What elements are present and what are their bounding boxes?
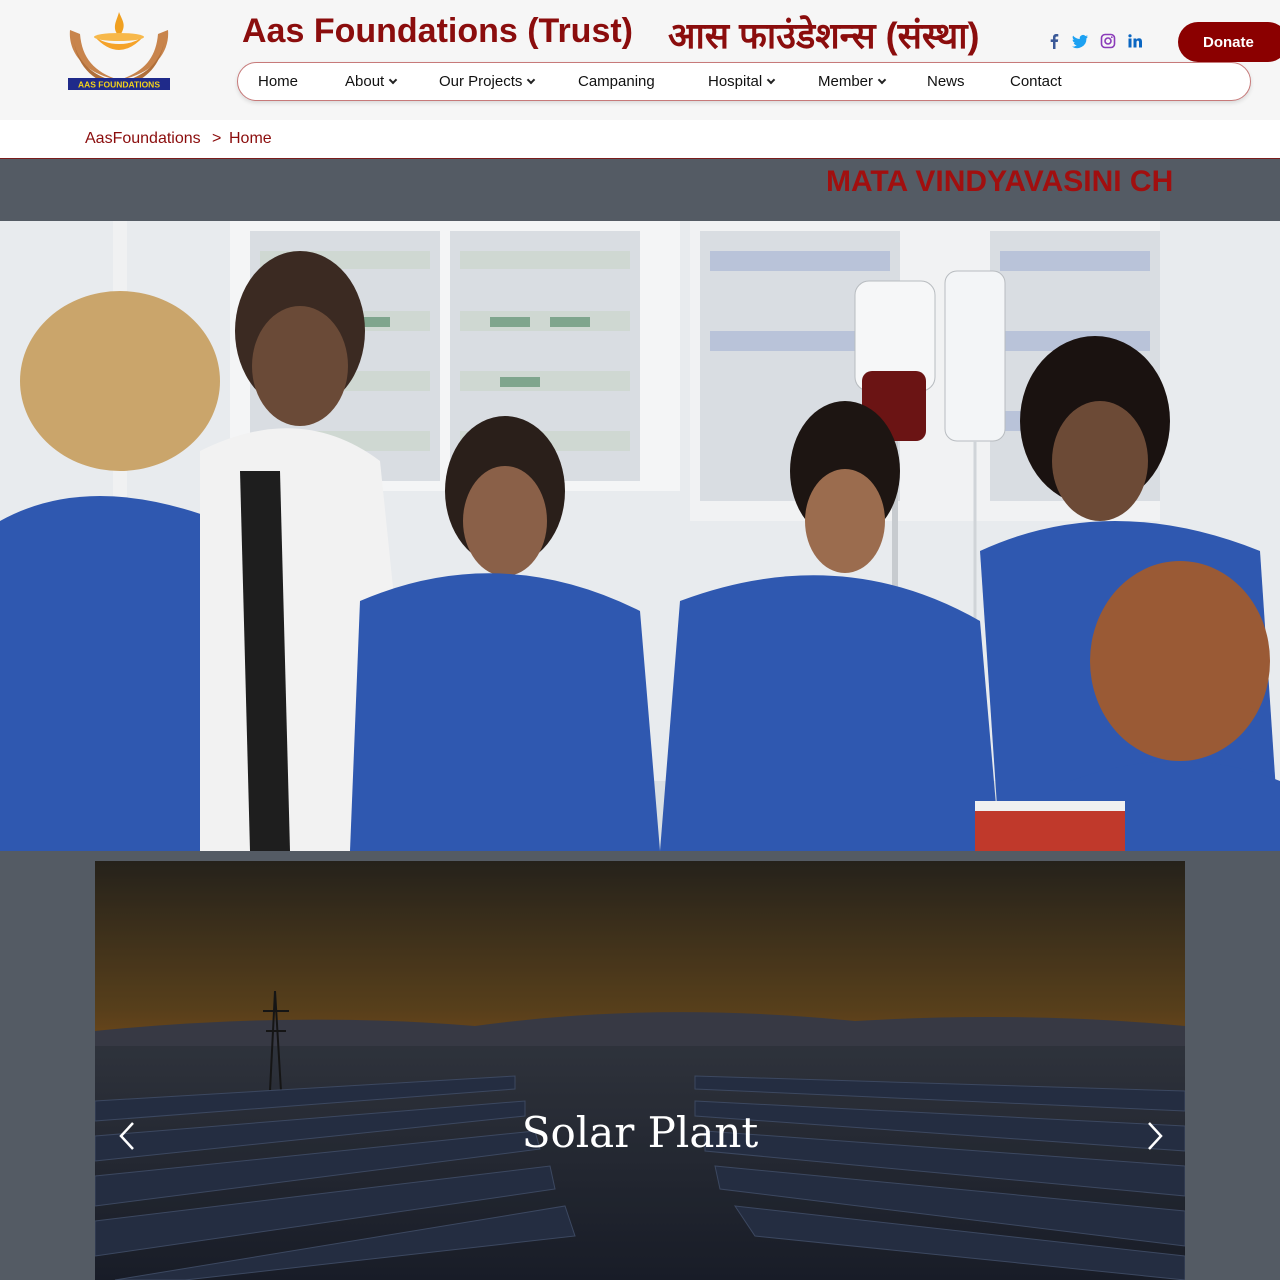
nav-label: Home [258,73,299,90]
nav-item-member[interactable]: Member [818,63,887,100]
nav-label: Campaning [578,73,655,90]
donate-button[interactable]: Donate [1178,22,1280,62]
instagram-icon[interactable] [1098,31,1118,51]
chevron-down-icon [766,75,776,85]
chevron-down-icon [527,75,536,85]
nav-item-our-projects[interactable]: Our Projects [439,63,536,100]
nav-item-news[interactable]: News [927,63,965,100]
main-nav: Home About Our Projects Campaning Hospit… [237,62,1251,101]
site-header: AAS FOUNDATIONS Aas Foundations (Trust) … [0,0,1280,120]
slider-next-arrow-icon[interactable] [1139,1119,1169,1153]
hero-image [0,221,1280,851]
nav-item-home[interactable]: Home [258,63,298,100]
nav-item-contact[interactable]: Contact [1010,63,1062,100]
nav-label: Hospital [708,73,763,90]
facebook-icon[interactable] [1044,31,1064,51]
slide-image [95,861,1185,1280]
site-title-hindi: आस फाउंडेशन्स (संस्था) [668,15,980,56]
nav-label: Member [818,73,874,90]
project-slider: Solar Plant [95,861,1185,1280]
nav-item-campaning[interactable]: Campaning [578,63,655,100]
logo-text: AAS FOUNDATIONS [78,80,160,90]
breadcrumb-root-link[interactable]: AasFoundations [85,130,201,148]
breadcrumb-current: Home [229,130,272,147]
news-ticker: MATA VINDYAVASINI CH [0,160,1280,221]
chevron-down-icon [877,75,887,85]
slider-prev-arrow-icon[interactable] [113,1119,143,1153]
slide-caption: Solar Plant [521,1108,759,1157]
ticker-window: MATA VINDYAVASINI CH [826,160,1185,221]
breadcrumb-separator: > [212,130,222,147]
site-title-english: Aas Foundations (Trust) [242,12,633,50]
site-logo[interactable]: AAS FOUNDATIONS [64,12,174,92]
nav-item-hospital[interactable]: Hospital [708,63,776,100]
nav-label: Contact [1010,73,1062,90]
nav-label: News [927,73,965,90]
nav-label: About [345,73,385,90]
linkedin-icon[interactable] [1125,31,1145,51]
chevron-down-icon [388,75,398,85]
ticker-text[interactable]: MATA VINDYAVASINI CH [826,165,1173,199]
breadcrumb: AasFoundations > Home [0,120,1280,159]
nav-item-about[interactable]: About [345,63,398,100]
twitter-icon[interactable] [1070,31,1090,51]
nav-label: Our Projects [439,73,523,90]
